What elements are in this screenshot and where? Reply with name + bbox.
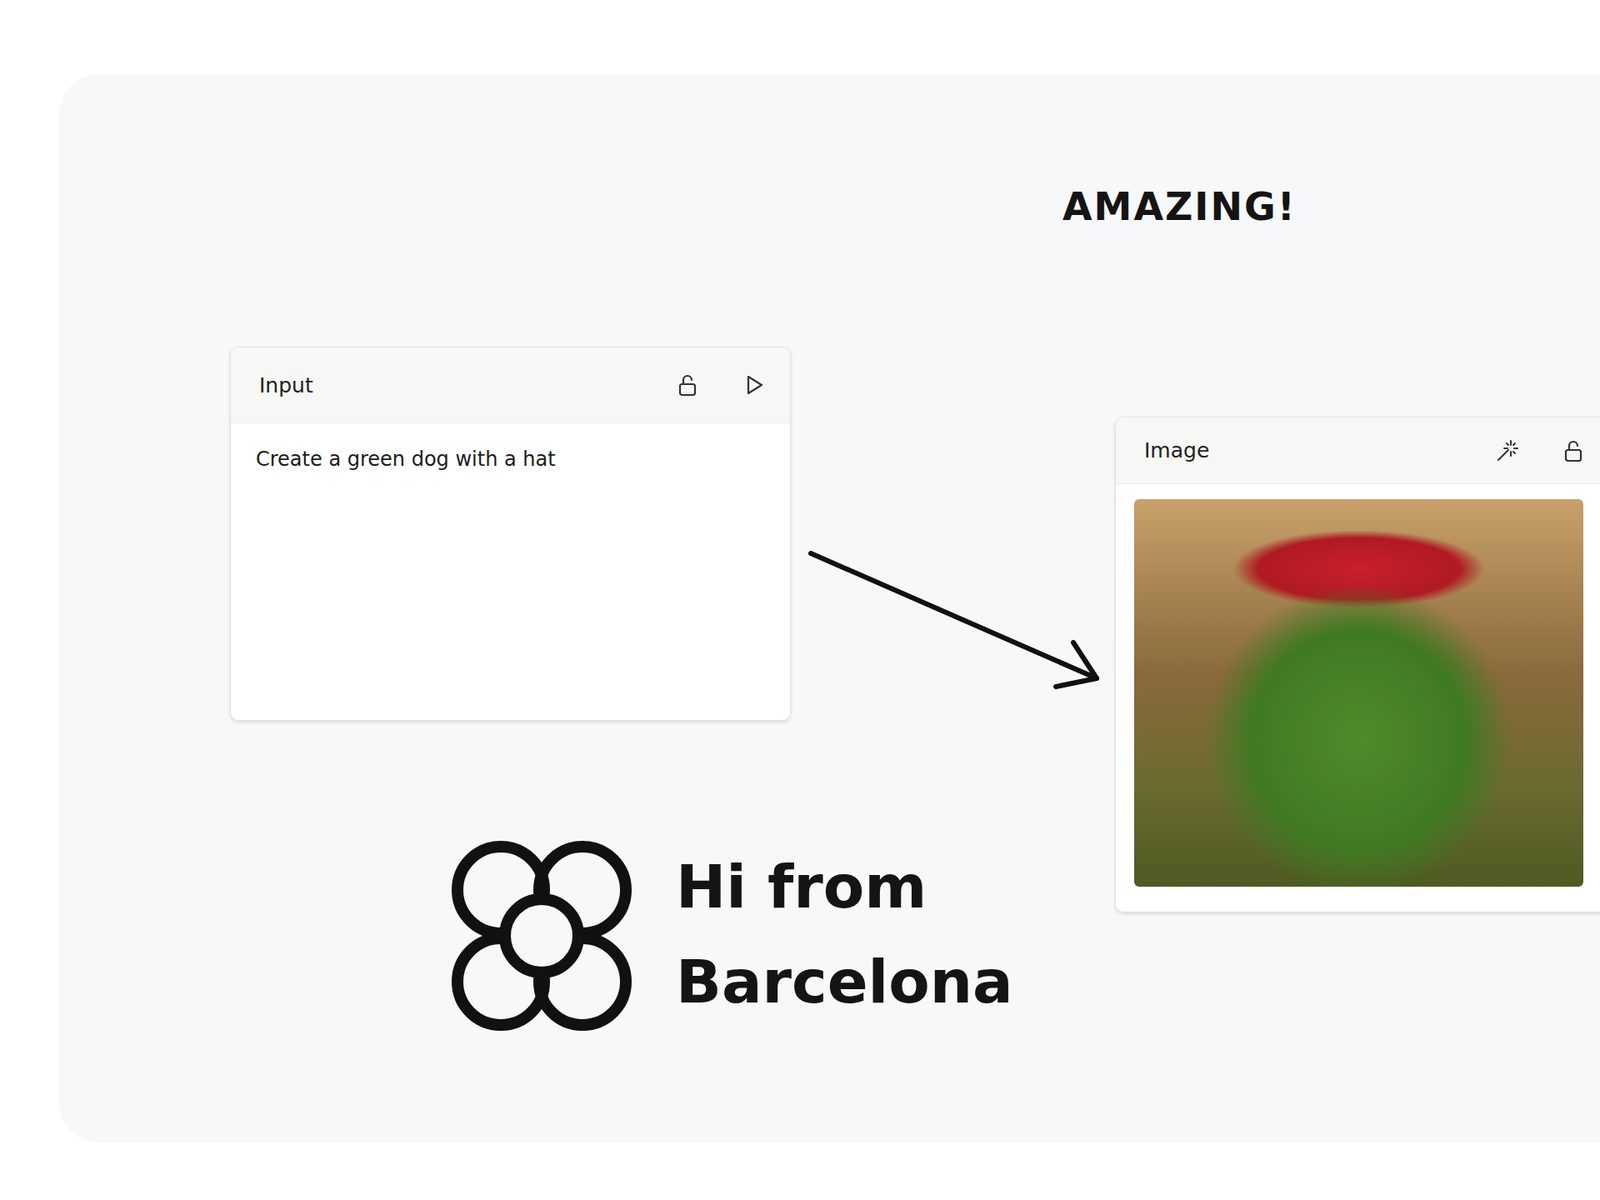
canvas-board[interactable]: AMAZING! Input Create a green dog with a h… — [59, 74, 1600, 1143]
generated-photo[interactable] — [1134, 499, 1584, 887]
unlocked-icon[interactable] — [1560, 438, 1586, 464]
sticker-line: Hi from — [675, 839, 1013, 935]
node-actions — [675, 372, 767, 398]
sticker-text[interactable]: Hi fromBarcelona — [675, 839, 1013, 1030]
node-header[interactable]: Input — [230, 347, 790, 424]
image-node[interactable]: Image — [1115, 416, 1600, 913]
node-title: Input — [259, 373, 314, 398]
magic-wand-icon[interactable] — [1494, 438, 1520, 464]
prompt-field[interactable]: Create a green dog with a hat — [230, 423, 790, 496]
flower-logo-icon — [440, 835, 643, 1037]
connector-arrow-icon — [805, 548, 1123, 715]
node-header[interactable]: Image — [1115, 417, 1600, 485]
page: AMAZING! Input Create a green dog with a h… — [0, 0, 1600, 1200]
input-node[interactable]: Input Create a green dog with a hat — [230, 346, 791, 721]
node-title: Image — [1144, 438, 1210, 463]
node-actions — [1494, 438, 1586, 464]
image-area — [1115, 484, 1600, 902]
sticker-line: Barcelona — [675, 934, 1013, 1030]
play-icon[interactable] — [741, 372, 767, 398]
canvas-note[interactable]: AMAZING! — [1062, 184, 1297, 230]
unlocked-icon[interactable] — [675, 372, 700, 398]
